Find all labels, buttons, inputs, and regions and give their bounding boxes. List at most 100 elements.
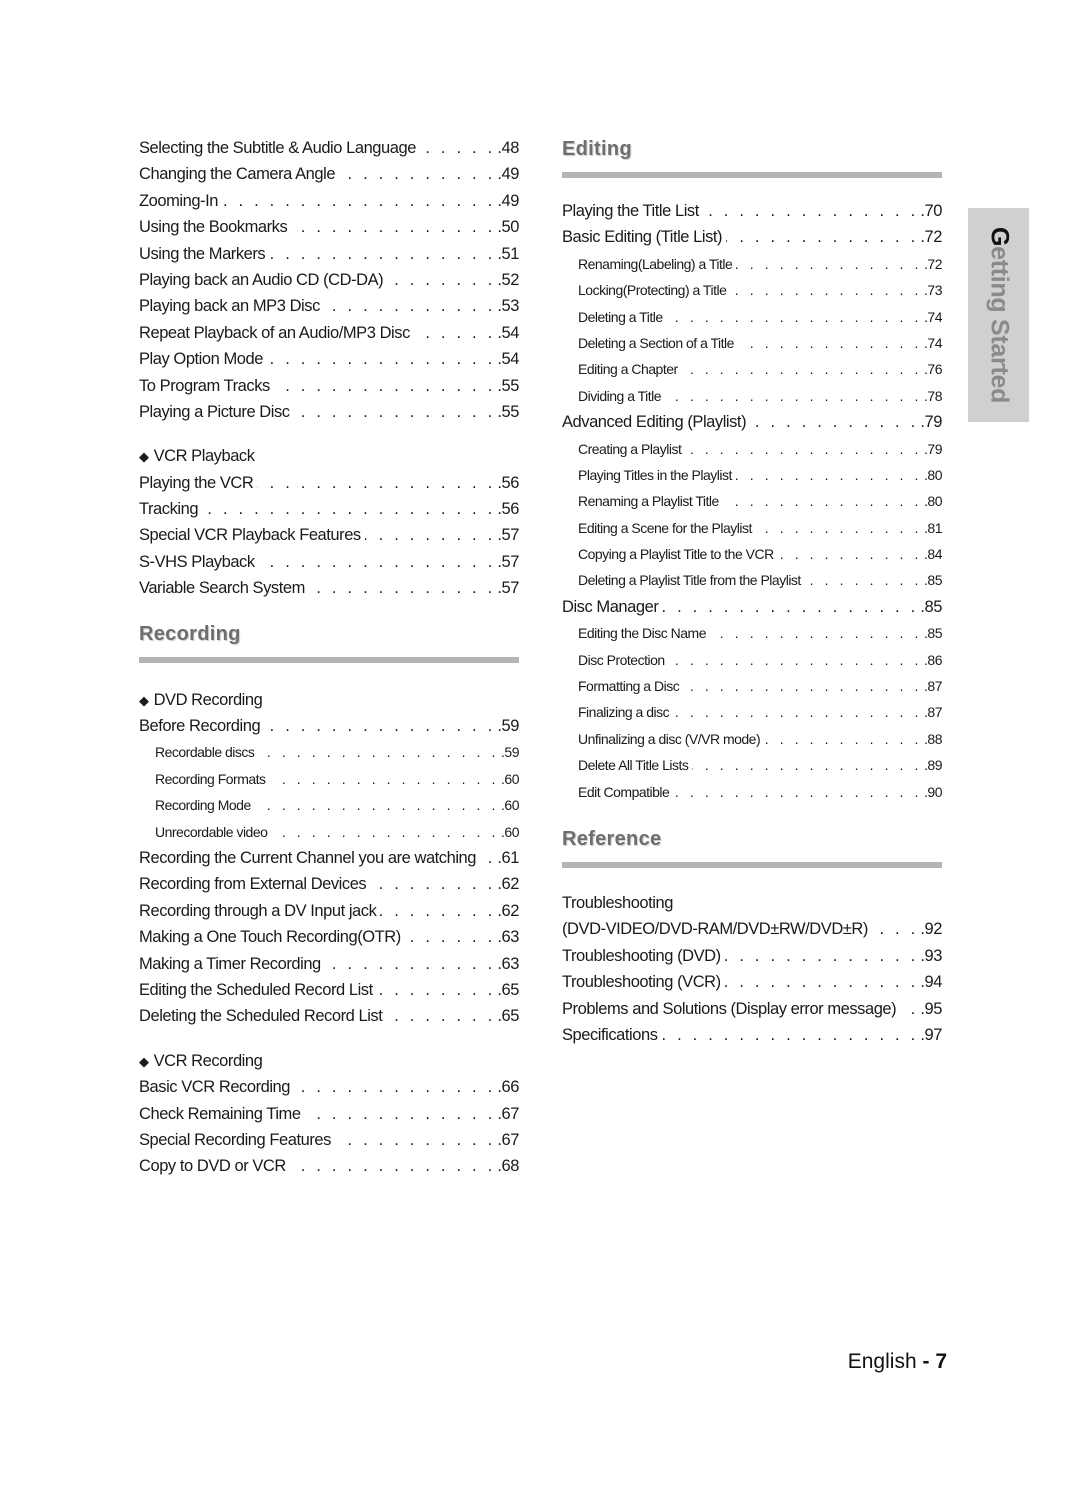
group-heading-label: VCR Recording: [153, 1051, 263, 1070]
toc-entry[interactable]: Copy to DVD or VCR. . . . . . . . . . . …: [139, 1153, 519, 1179]
dot-leader: . . . . . . . . . . . . . . . . . . . . …: [725, 973, 919, 992]
toc-entry[interactable]: Making a Timer Recording. . . . . . . . …: [139, 951, 519, 977]
toc-entry[interactable]: Play Option Mode. . . . . . . . . . . . …: [139, 346, 519, 372]
toc-entry[interactable]: Locking(Protecting) a Title. . . . . . .…: [562, 277, 942, 303]
toc-entry[interactable]: Deleting a Section of a Title. . . . . .…: [562, 330, 942, 356]
toc-entry[interactable]: Playing the VCR. . . . . . . . . . . . .…: [139, 470, 519, 496]
toc-entry[interactable]: Editing the Scheduled Record List. . . .…: [139, 977, 519, 1003]
toc-entry[interactable]: Playing the Title List. . . . . . . . . …: [562, 198, 942, 224]
toc-entry[interactable]: Making a One Touch Recording(OTR). . . .…: [139, 924, 519, 950]
toc-entry[interactable]: Disc Manager. . . . . . . . . . . . . . …: [562, 594, 942, 620]
toc-entry[interactable]: Recording the Current Channel you are wa…: [139, 845, 519, 871]
toc-entry-title: Playing back an Audio CD (CD-DA): [139, 270, 384, 289]
toc-entry[interactable]: Special Recording Features. . . . . . . …: [139, 1127, 519, 1153]
toc-entry-page: .48: [497, 139, 519, 157]
toc-entry[interactable]: Check Remaining Time. . . . . . . . . . …: [139, 1101, 519, 1127]
toc-entry[interactable]: Unrecordable video. . . . . . . . . . . …: [139, 819, 519, 845]
toc-entry-title: Making a Timer Recording: [139, 954, 321, 973]
toc-entry-page: .61: [497, 848, 519, 867]
toc-entry-title: Unrecordable video: [155, 823, 268, 840]
toc-entry[interactable]: Deleting a Playlist Title from the Playl…: [562, 567, 942, 593]
toc-entry[interactable]: Recording Mode. . . . . . . . . . . . . …: [139, 792, 519, 818]
toc-entry[interactable]: Recording Formats. . . . . . . . . . . .…: [139, 766, 519, 792]
toc-entry[interactable]: Using the Bookmarks. . . . . . . . . . .…: [139, 214, 519, 240]
toc-entry-page: .55: [497, 376, 519, 395]
toc-entry[interactable]: Deleting a Title. . . . . . . . . . . . …: [562, 304, 942, 330]
toc-entry[interactable]: Playing back an Audio CD (CD-DA). . . . …: [139, 267, 519, 293]
dot-leader: . . . . . . . . . . . . . . . . . . . . …: [480, 848, 496, 867]
toc-entry-title: Basic VCR Recording: [139, 1078, 291, 1097]
toc-entry[interactable]: Unfinalizing a disc (V/VR mode). . . . .…: [562, 726, 942, 752]
toc-entry[interactable]: Tracking. . . . . . . . . . . . . . . . …: [139, 496, 519, 522]
toc-entry[interactable]: Renaming a Playlist Title. . . . . . . .…: [562, 488, 942, 514]
dot-leader: . . . . . . . . . . . . . . . . . . . . …: [386, 1007, 496, 1026]
toc-entry-page: .67: [497, 1130, 519, 1149]
toc-entry[interactable]: Recording from External Devices. . . . .…: [139, 871, 519, 897]
toc-entry[interactable]: Basic Editing (Title List). . . . . . . …: [562, 224, 942, 250]
toc-entry[interactable]: Recording through a DV Input jack. . . .…: [139, 898, 519, 924]
toc-entry-page: .60: [501, 797, 519, 814]
toc-entry[interactable]: Playing a Picture Disc. . . . . . . . . …: [139, 399, 519, 425]
toc-entry[interactable]: Editing a Chapter. . . . . . . . . . . .…: [562, 356, 942, 382]
toc-entry[interactable]: Troubleshooting (VCR). . . . . . . . . .…: [562, 969, 942, 995]
dot-leader: . . . . . . . . . . . . . . . . . . . . …: [269, 244, 496, 263]
toc-entry[interactable]: Basic VCR Recording. . . . . . . . . . .…: [139, 1074, 519, 1100]
toc-entry[interactable]: To Program Tracks. . . . . . . . . . . .…: [139, 373, 519, 399]
toc-entry[interactable]: Editing the Disc Name. . . . . . . . . .…: [562, 620, 942, 646]
toc-entry[interactable]: Troubleshooting (DVD). . . . . . . . . .…: [562, 943, 942, 969]
section-heading-recording: Recording: [139, 622, 241, 645]
toc-entry[interactable]: Using the Markers. . . . . . . . . . . .…: [139, 241, 519, 267]
toc-entry[interactable]: Repeat Playback of an Audio/MP3 Disc. . …: [139, 320, 519, 346]
toc-entry-title: Playing the Title List: [562, 202, 699, 220]
dot-leader: . . . . . . . . . . . . . . . . . . . . …: [682, 361, 923, 378]
toc-entry[interactable]: (DVD-VIDEO/DVD-RAM/DVD±RW/DVD±R). . . . …: [562, 916, 942, 942]
reference-entries: Troubleshooting . . . . . . . . . . . . .…: [562, 890, 942, 1048]
toc-entry[interactable]: Creating a Playlist. . . . . . . . . . .…: [562, 436, 942, 462]
toc-entry[interactable]: Finalizing a disc. . . . . . . . . . . .…: [562, 699, 942, 725]
toc-entry[interactable]: Disc Protection. . . . . . . . . . . . .…: [562, 647, 942, 673]
toc-entry-page: .80: [924, 466, 942, 483]
dot-leader: . . . . . . . . . . . . . . . . . . . . …: [900, 999, 919, 1018]
toc-entry-page: .85: [924, 572, 942, 589]
toc-entry[interactable]: Troubleshooting. . . . . . . . . . . . .…: [562, 890, 942, 916]
toc-entry[interactable]: Special VCR Playback Features. . . . . .…: [139, 522, 519, 548]
toc-entry-page: .73: [924, 282, 942, 299]
dot-leader: . . . . . . . . . . . . . . . . . . . . …: [710, 625, 923, 642]
toc-entry[interactable]: Problems and Solutions (Display error me…: [562, 996, 942, 1022]
dot-leader: . . . . . . . . . . . . . . . . . . . . …: [294, 402, 496, 421]
toc-entry[interactable]: Edit Compatible. . . . . . . . . . . . .…: [562, 779, 942, 805]
toc-entry[interactable]: Variable Search System. . . . . . . . . …: [139, 575, 519, 601]
dot-leader: . . . . . . . . . . . . . . . . . . . . …: [258, 744, 500, 761]
toc-entry[interactable]: Deleting the Scheduled Record List. . . …: [139, 1003, 519, 1029]
chapter-tab-getting-started[interactable]: Getting Started: [968, 208, 1029, 422]
toc-entry[interactable]: Formatting a Disc. . . . . . . . . . . .…: [562, 673, 942, 699]
toc-entry[interactable]: Before Recording. . . . . . . . . . . . …: [139, 713, 519, 739]
dot-leader: . . . . . . . . . . . . . . . . . . . . …: [661, 1025, 919, 1044]
dot-leader: . . . . . . . . . . . . . . . . . . . . …: [291, 218, 496, 237]
toc-entry[interactable]: Playing Titles in the Playlist. . . . . …: [562, 462, 942, 488]
toc-entry-title: Zooming-In: [139, 191, 218, 210]
toc-entry[interactable]: Recordable discs. . . . . . . . . . . . …: [139, 739, 519, 765]
toc-entry-title: Renaming a Playlist Title: [578, 493, 719, 510]
toc-entry[interactable]: Selecting the Subtitle & Audio Language.…: [139, 135, 519, 161]
dot-leader: . . . . . . . . . . . . . . . . . . . . …: [325, 954, 496, 973]
toc-entry[interactable]: Renaming(Labeling) a Title. . . . . . . …: [562, 251, 942, 277]
toc-entry[interactable]: Advanced Editing (Playlist). . . . . . .…: [562, 409, 942, 435]
toc-entry[interactable]: Changing the Camera Angle. . . . . . . .…: [139, 161, 519, 187]
toc-entry[interactable]: Playing back an MP3 Disc. . . . . . . . …: [139, 293, 519, 319]
toc-entry-title: Recordable discs: [155, 744, 255, 761]
toc-entry-page: .50: [497, 218, 519, 237]
toc-entry[interactable]: Dividing a Title. . . . . . . . . . . . …: [562, 383, 942, 409]
dot-leader: . . . . . . . . . . . . . . . . . . . . …: [290, 1157, 496, 1176]
toc-entry[interactable]: Delete All Title Lists. . . . . . . . . …: [562, 752, 942, 778]
toc-entry[interactable]: Editing a Scene for the Playlist. . . . …: [562, 515, 942, 541]
dot-leader: . . . . . . . . . . . . . . . . . . . . …: [703, 202, 919, 220]
toc-entry[interactable]: Specifications. . . . . . . . . . . . . …: [562, 1022, 942, 1048]
toc-entry-page: .59: [501, 744, 519, 761]
toc-entry-title: Locking(Protecting) a Title: [578, 282, 727, 299]
toc-entry[interactable]: Zooming-In. . . . . . . . . . . . . . . …: [139, 188, 519, 214]
toc-entry[interactable]: S-VHS Playback. . . . . . . . . . . . . …: [139, 549, 519, 575]
toc-entry[interactable]: Copying a Playlist Title to the VCR. . .…: [562, 541, 942, 567]
group-heading-vcr-recording: ◆ VCR Recording: [139, 1048, 519, 1074]
toc-entry-page: .62: [497, 875, 519, 894]
